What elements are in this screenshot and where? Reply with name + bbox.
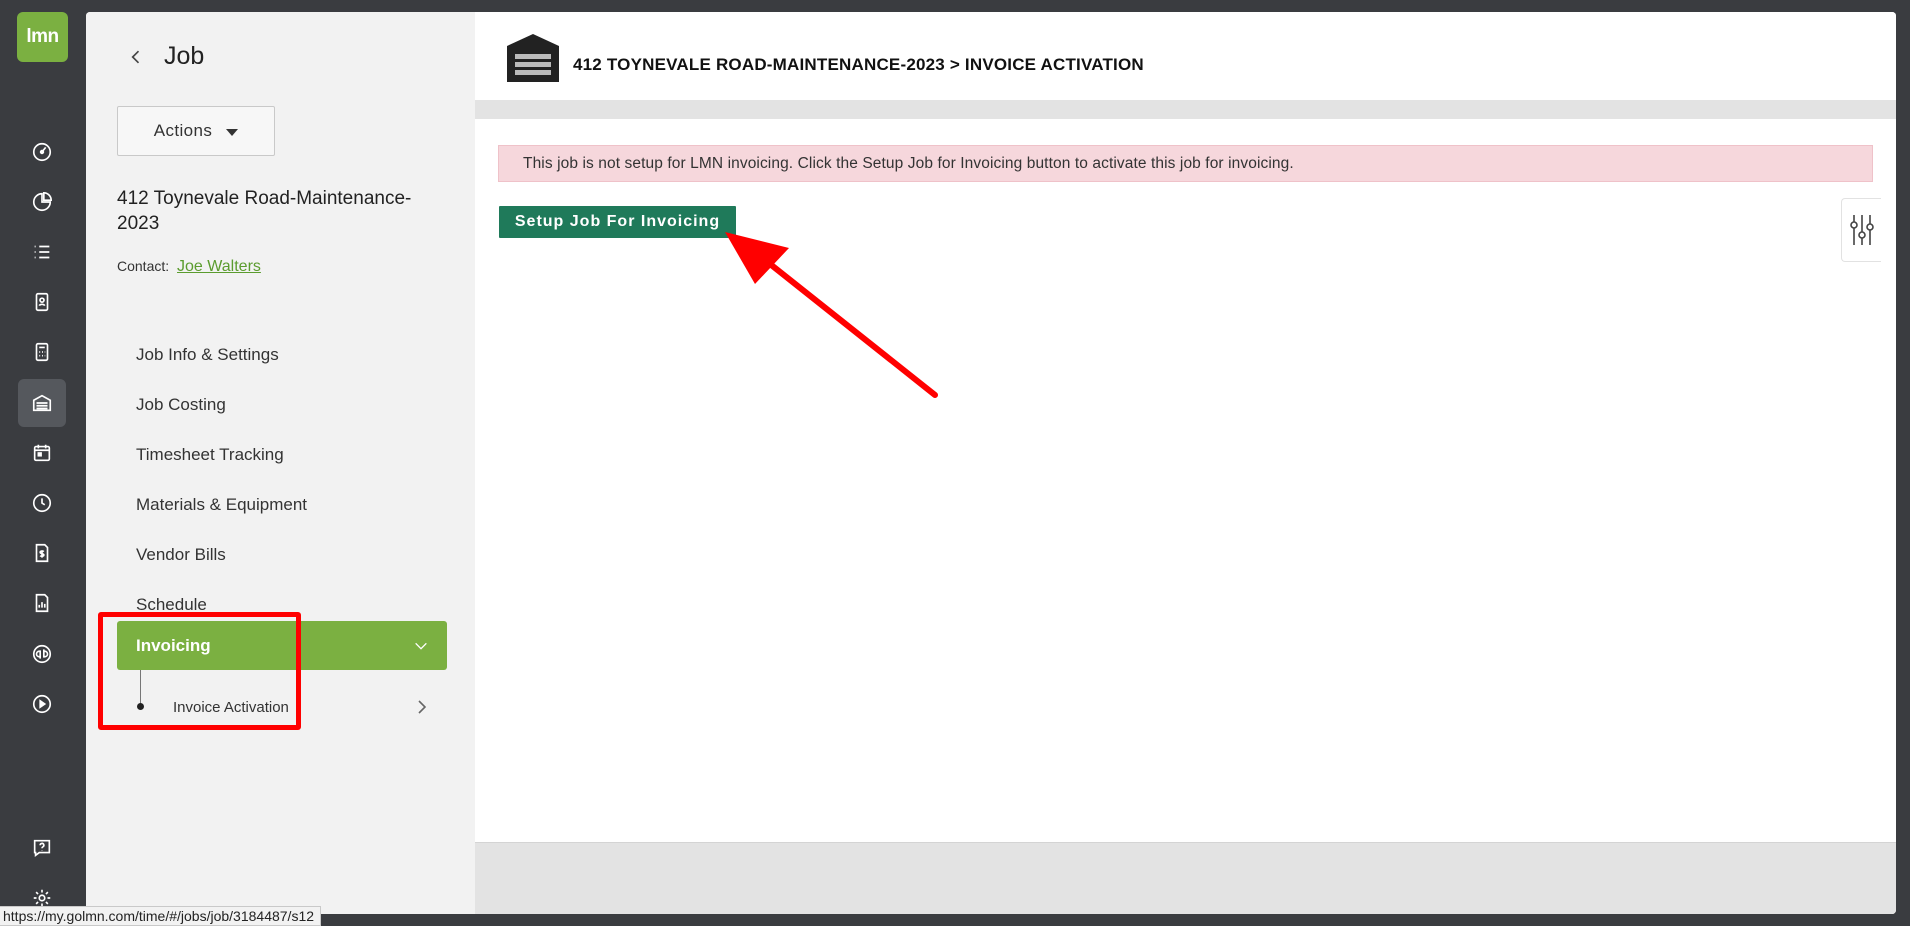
back-row: Job [126, 42, 204, 71]
clock-icon[interactable] [18, 479, 66, 527]
icon-rail: lmn [0, 0, 86, 926]
job-name: 412 Toynevale Road-Maintenance-2023 [117, 188, 412, 234]
dashboard-icon[interactable] [18, 128, 66, 176]
nav-item-vendor-bills[interactable]: Vendor Bills [136, 545, 226, 565]
quickbooks-icon[interactable] [18, 630, 66, 678]
header-divider-band [475, 100, 1896, 119]
contact-link[interactable]: Joe Walters [177, 258, 261, 275]
actions-label: Actions [153, 121, 213, 140]
nav-item-timesheet-tracking[interactable]: Timesheet Tracking [136, 445, 284, 465]
main-content: 412 TOYNEVALE ROAD-MAINTENANCE-2023 > IN… [475, 12, 1896, 914]
list-icon[interactable] [18, 228, 66, 276]
app-frame: Job Actions 412 Toynevale Road-Maintenan… [86, 12, 1896, 914]
calendar-icon[interactable] [18, 429, 66, 477]
logo-text: lmn [26, 26, 59, 47]
report-icon[interactable] [18, 579, 66, 627]
chevron-down-icon [415, 642, 427, 650]
play-icon[interactable] [18, 680, 66, 728]
contact-row: Contact: Joe Walters [117, 258, 261, 276]
contacts-icon[interactable] [18, 278, 66, 326]
contact-label: Contact: [117, 258, 170, 274]
annotation-arrow [725, 232, 938, 398]
nav-item-job-costing[interactable]: Job Costing [136, 395, 226, 415]
annotation-highlight-box [98, 612, 301, 730]
breadcrumb: 412 TOYNEVALE ROAD-MAINTENANCE-2023 > IN… [573, 55, 1144, 74]
invoice-icon[interactable] [18, 529, 66, 577]
help-icon[interactable] [18, 824, 66, 872]
sliders-icon [1849, 215, 1874, 245]
filter-panel-tab[interactable] [1841, 198, 1881, 262]
nav-item-job-info-settings[interactable]: Job Info & Settings [136, 345, 279, 365]
content-header: 412 TOYNEVALE ROAD-MAINTENANCE-2023 > IN… [475, 12, 1896, 100]
invoicing-not-setup-alert: This job is not setup for LMN invoicing.… [498, 145, 1873, 182]
calculator-icon[interactable] [18, 328, 66, 376]
setup-job-for-invoicing-button[interactable]: Setup Job For Invoicing [499, 206, 736, 238]
garage-icon [507, 34, 559, 82]
actions-dropdown-button[interactable]: Actions [117, 106, 275, 156]
chart-pie-icon[interactable] [18, 178, 66, 226]
job-side-panel: Job Actions 412 Toynevale Road-Maintenan… [86, 12, 475, 914]
caret-down-icon [226, 128, 239, 136]
browser-status-url: https://my.golmn.com/time/#/jobs/job/318… [0, 906, 322, 926]
panel-title: Job [164, 42, 205, 70]
garage-icon[interactable] [18, 379, 66, 427]
lmn-logo[interactable]: lmn [17, 12, 68, 62]
nav-item-materials-equipment[interactable]: Materials & Equipment [136, 495, 307, 515]
content-footer [475, 842, 1896, 914]
chevron-left-icon[interactable] [126, 47, 146, 67]
chevron-right-icon[interactable] [414, 698, 430, 716]
